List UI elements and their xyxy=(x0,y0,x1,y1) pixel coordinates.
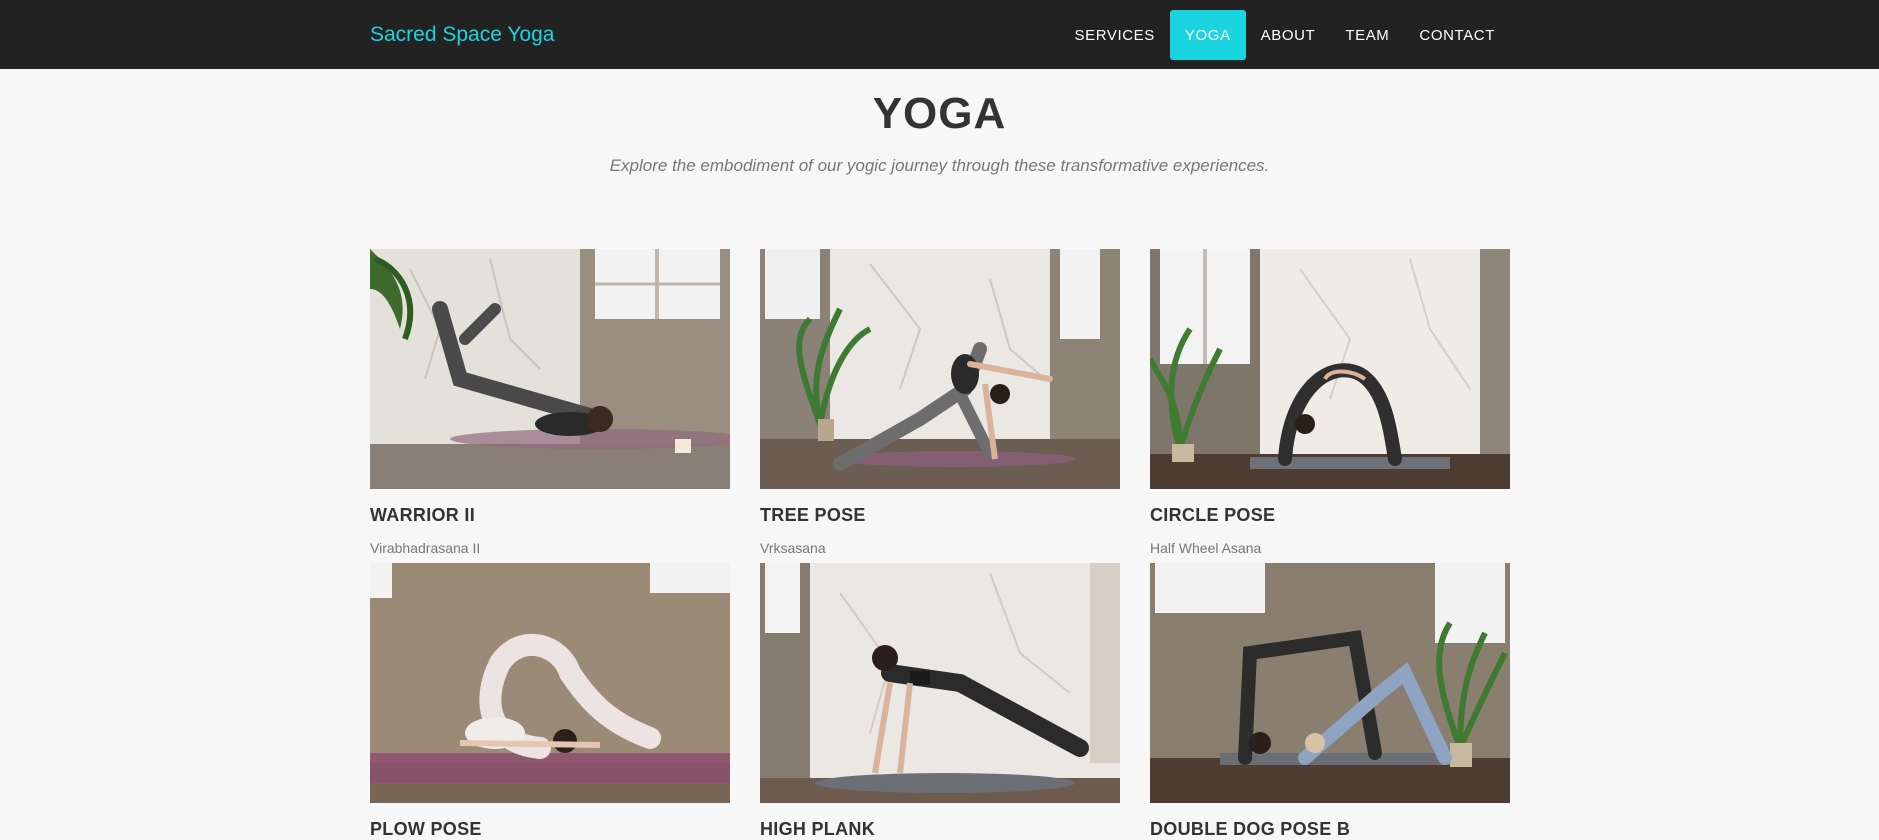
pose-card-tree-pose[interactable]: TREE POSE Vrksasana xyxy=(760,249,1120,556)
pose-title: WARRIOR II xyxy=(370,505,475,525)
pose-sanskrit-name: Half Wheel Asana xyxy=(1150,540,1262,556)
pose-title: TREE POSE xyxy=(760,505,866,525)
pose-photo-circle-pose[interactable] xyxy=(1150,249,1510,489)
pose-title: CIRCLE POSE xyxy=(1150,505,1276,525)
pose-title: DOUBLE DOG POSE B xyxy=(1150,819,1351,839)
pose-photo-warrior-ii[interactable] xyxy=(370,249,730,489)
pose-photo-tree-pose[interactable] xyxy=(760,249,1120,489)
nav-yoga[interactable]: YOGA xyxy=(1169,10,1246,60)
top-navbar: Sacred Space Yoga SERVICES YOGA ABOUT TE… xyxy=(0,0,1879,69)
nav-team[interactable]: TEAM xyxy=(1330,10,1404,60)
section-subtitle: Explore the embodiment of our yogic jour… xyxy=(609,156,1270,175)
main-nav: SERVICES YOGA ABOUT TEAM CONTACT xyxy=(1060,10,1511,60)
pose-photo-high-plank[interactable] xyxy=(760,563,1120,803)
pose-photo-double-dog-pose-b[interactable] xyxy=(1150,563,1510,803)
nav-services[interactable]: SERVICES xyxy=(1060,10,1170,60)
pose-sanskrit-name: Virabhadrasana II xyxy=(370,540,481,556)
nav-about[interactable]: ABOUT xyxy=(1246,10,1331,60)
pose-title: HIGH PLANK xyxy=(760,819,875,839)
pose-title: PLOW POSE xyxy=(370,819,482,839)
nav-contact[interactable]: CONTACT xyxy=(1404,10,1510,60)
pose-card-warrior-ii[interactable]: WARRIOR II Virabhadrasana II xyxy=(370,249,730,556)
brand-link[interactable]: Sacred Space Yoga xyxy=(370,22,555,47)
pose-card-high-plank[interactable]: HIGH PLANK xyxy=(760,563,1120,839)
pose-card-plow-pose[interactable]: PLOW POSE xyxy=(370,563,730,839)
pose-card-circle-pose[interactable]: CIRCLE POSE Half Wheel Asana xyxy=(1150,249,1510,556)
section-title: YOGA xyxy=(872,89,1007,138)
pose-photo-plow-pose[interactable] xyxy=(370,563,730,803)
pose-sanskrit-name: Vrksasana xyxy=(760,540,826,556)
pose-card-double-dog-pose-b[interactable]: DOUBLE DOG POSE B xyxy=(1150,563,1510,839)
